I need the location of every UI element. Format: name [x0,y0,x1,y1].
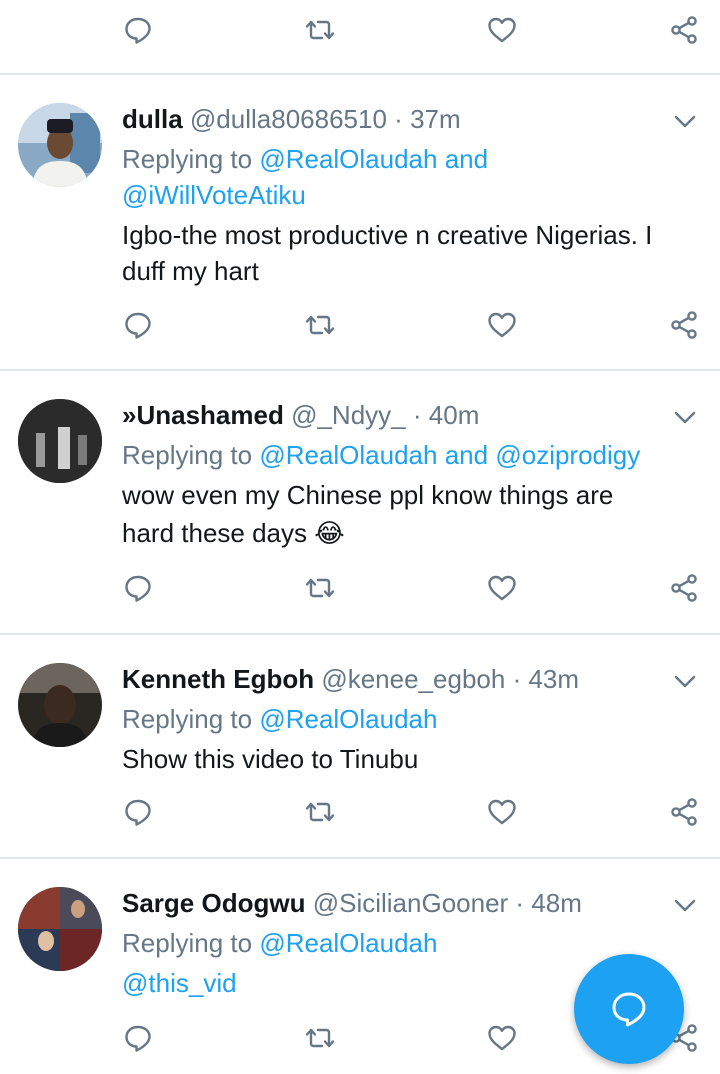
chevron-down-icon[interactable] [672,108,698,134]
reply-mention-link[interactable]: @RealOlaudah and [259,144,488,174]
compose-tweet-button[interactable] [574,954,684,1064]
like-icon[interactable] [482,10,522,50]
retweet-icon[interactable] [300,568,340,608]
tweet-actions [0,295,720,355]
user-handle[interactable]: @SicilianGooner [313,888,508,918]
reply-and-text: and [444,440,489,470]
share-icon[interactable] [664,10,704,50]
reply-icon[interactable] [118,1018,158,1058]
avatar[interactable] [18,399,102,483]
separator: · [515,888,525,918]
replying-to-label: Replying to [122,704,253,734]
reply-icon[interactable] [118,568,158,608]
reply-mention-link[interactable]: @iWillVoteAtiku [122,180,306,210]
replying-to-label: Replying to [122,144,253,174]
chevron-down-icon[interactable] [672,668,698,694]
tweet-actions [0,0,720,60]
like-icon[interactable] [482,1018,522,1058]
timestamp[interactable]: 48m [531,888,582,918]
tweet-text: Show this video to Tinubu [122,744,419,774]
share-icon[interactable] [664,305,704,345]
display-name[interactable]: dulla [122,104,183,134]
user-handle[interactable]: @kenee_egboh [321,664,505,694]
separator: · [412,400,422,430]
timestamp[interactable]: 43m [528,664,579,694]
tweet-text: Igbo-the most productive n creative Nige… [122,220,653,250]
compose-tweet-icon [612,992,646,1027]
chevron-down-icon[interactable] [672,892,698,918]
like-icon[interactable] [482,568,522,608]
separator: · [394,104,403,134]
share-icon[interactable] [664,792,704,832]
retweet-icon[interactable] [300,1018,340,1058]
tweet-text: wow even my Chinese ppl know things are [122,480,614,510]
avatar[interactable] [18,103,102,187]
divider [0,857,720,859]
retweet-icon[interactable] [300,305,340,345]
divider [0,633,720,635]
reply-mention-link[interactable]: @RealOlaudah [259,440,437,470]
retweet-icon[interactable] [300,792,340,832]
emoji: 😂 [314,518,345,548]
reply-icon[interactable] [118,10,158,50]
user-handle[interactable]: @_Ndyy_ [291,400,406,430]
avatar[interactable] [18,663,102,747]
tweet-text: hard these days [122,518,308,548]
tweet-actions [0,558,720,618]
reply-mention-link[interactable]: @RealOlaudah [259,704,437,734]
tweet-text: duff my hart [122,256,259,286]
reply-mention-link[interactable]: @oziprodigy [495,440,640,470]
like-icon[interactable] [482,305,522,345]
display-name[interactable]: »Unashamed [122,400,284,430]
retweet-icon[interactable] [300,10,340,50]
avatar[interactable] [18,887,102,971]
display-name[interactable]: Sarge Odogwu [122,888,305,918]
reply-mention-link[interactable]: @RealOlaudah [259,928,437,958]
share-icon[interactable] [664,568,704,608]
chevron-down-icon[interactable] [672,404,698,430]
divider [0,369,720,371]
replying-to-label: Replying to [122,440,253,470]
timestamp[interactable]: 40m [429,400,480,430]
display-name[interactable]: Kenneth Egboh [122,664,314,694]
user-handle[interactable]: @dulla80686510 [190,104,387,134]
separator: · [512,664,522,694]
tweet-actions [0,782,720,842]
like-icon[interactable] [482,792,522,832]
reply-mention-link[interactable]: @this_vid [122,968,237,998]
replying-to-label: Replying to [122,928,253,958]
divider [0,73,720,75]
timestamp[interactable]: 37m [410,104,461,134]
reply-icon[interactable] [118,305,158,345]
reply-icon[interactable] [118,792,158,832]
